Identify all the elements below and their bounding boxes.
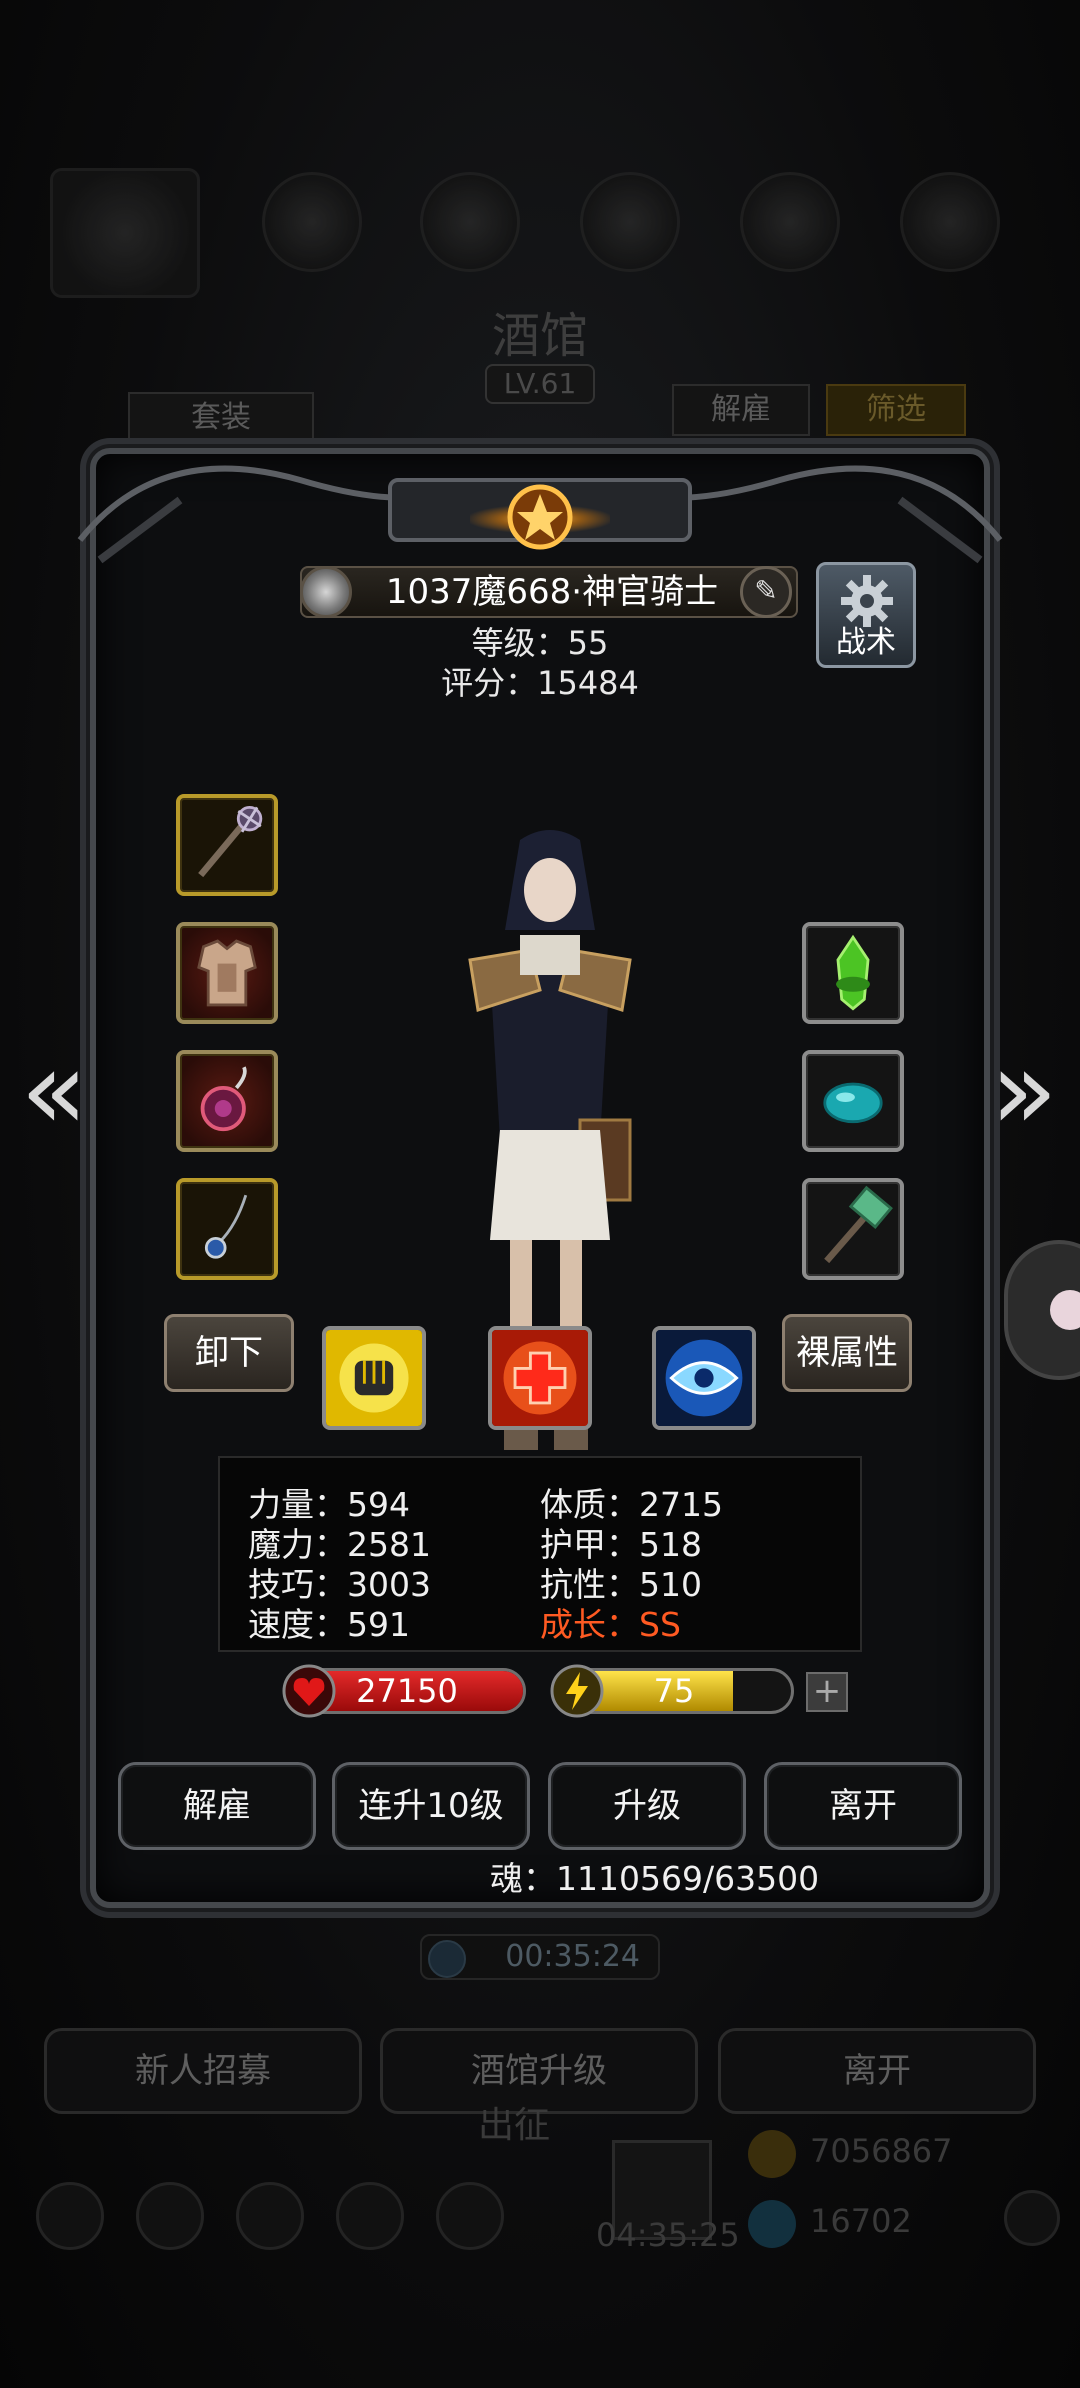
heart-icon	[282, 1664, 336, 1718]
menu-orb-1-icon	[262, 172, 362, 272]
bottom-nav-4-icon	[336, 2182, 404, 2250]
necklace-icon	[204, 1194, 248, 1259]
tavern-timer-text: 00:35:24	[505, 1939, 640, 1974]
accessory-slot-1[interactable]	[802, 922, 904, 1024]
accessory-slot-2[interactable]	[802, 1050, 904, 1152]
jade-hammer-icon	[824, 1185, 893, 1264]
bottom-nav-5-icon	[436, 2182, 504, 2250]
menu-orb-4-icon	[740, 172, 840, 272]
gem-icon	[748, 2200, 796, 2248]
menu-orb-2-icon	[420, 172, 520, 272]
armor-icon	[197, 939, 257, 1007]
skill-slot-3[interactable]	[652, 1326, 756, 1430]
menu-orb-3-icon	[580, 172, 680, 272]
bottom-nav-1-icon	[36, 2182, 104, 2250]
bare-attributes-button[interactable]: 裸属性	[782, 1314, 912, 1392]
next-hero-arrow-icon[interactable]: »	[984, 1035, 1064, 1150]
tavern-title: 酒馆	[491, 308, 588, 364]
tactic-label: 战术	[836, 625, 896, 660]
cyan-gem-icon	[823, 1082, 883, 1124]
hourglass-icon	[428, 1940, 466, 1978]
add-energy-button[interactable]: +	[806, 1672, 848, 1712]
lightning-icon	[550, 1664, 604, 1718]
amulet-slot[interactable]	[176, 1050, 278, 1152]
tactic-button[interactable]: 战术	[816, 562, 916, 668]
soul-counter: 魂：1110569/63500	[490, 1859, 820, 1898]
green-crystal-icon	[836, 934, 870, 1011]
heal-cross-icon	[492, 1330, 588, 1426]
gold-amount: 7056867	[810, 2132, 953, 2170]
accessory-slot-3[interactable]	[802, 1178, 904, 1280]
eye-icon	[656, 1330, 752, 1426]
bottom-right-icon	[1004, 2190, 1060, 2246]
dismiss-button[interactable]: 解雇	[118, 1762, 316, 1850]
recruit-button: 新人招募	[44, 2028, 362, 2114]
attr-growth: 成长：SS	[540, 1605, 681, 1644]
necklace-slot[interactable]	[176, 1178, 278, 1280]
tavern-level: LV.61	[485, 364, 595, 404]
armor-slot[interactable]	[176, 922, 278, 1024]
crest-emblem-icon	[507, 484, 573, 550]
gem-amount: 16702	[810, 2202, 912, 2240]
leave-button[interactable]: 离开	[764, 1762, 962, 1850]
upgrade-10-button[interactable]: 连升10级	[332, 1762, 530, 1850]
edit-name-icon[interactable]: ✎	[740, 566, 792, 618]
gold-coin-icon	[748, 2130, 796, 2178]
expedition-label: 出征	[478, 2105, 551, 2146]
bottom-timer: 04:35:25	[596, 2216, 740, 2254]
tavern-leave-button: 离开	[718, 2028, 1036, 2114]
mace-icon	[198, 805, 263, 878]
portrait-frame	[50, 168, 200, 298]
bottom-nav-2-icon	[136, 2182, 204, 2250]
unequip-button[interactable]: 卸下	[164, 1314, 294, 1392]
fist-icon	[326, 1330, 422, 1426]
hero-score: 评分：15484	[441, 664, 639, 702]
attr-speed: 速度：591	[248, 1605, 410, 1644]
weapon-slot[interactable]	[176, 794, 278, 896]
amulet-icon	[200, 1066, 247, 1132]
previous-hero-arrow-icon[interactable]: «	[14, 1035, 94, 1150]
menu-orb-5-icon	[900, 172, 1000, 272]
bottom-nav-3-icon	[236, 2182, 304, 2250]
skill-slot-1[interactable]	[322, 1326, 426, 1430]
skill-slot-2[interactable]	[488, 1326, 592, 1430]
hero-name: 1037魔668·神官骑士	[385, 572, 719, 612]
medal-icon	[300, 566, 352, 618]
tavern-timer: 00:35:24	[420, 1934, 660, 1980]
upgrade-button[interactable]: 升级	[548, 1762, 746, 1850]
